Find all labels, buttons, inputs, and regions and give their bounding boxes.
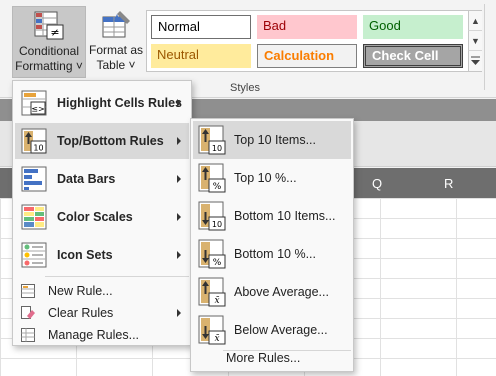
submenu-item-label: Above Average... — [234, 285, 329, 299]
style-good[interactable]: Good — [363, 15, 463, 39]
menu-item-icon-sets[interactable]: Icon Sets — [15, 237, 189, 273]
submenu-item-label: Top 10 Items... — [234, 133, 316, 147]
svg-text:x̄: x̄ — [214, 334, 219, 344]
submenu-arrow-icon — [177, 309, 181, 317]
highlight-cells-icon: ≤> — [21, 90, 47, 116]
group-separator — [484, 4, 485, 90]
menu-item-label: Top/Bottom Rules — [57, 134, 164, 148]
submenu-item-top-10-items[interactable]: 10 Top 10 Items... — [193, 121, 351, 159]
styles-group-label: Styles — [230, 82, 260, 94]
menu-item-label: New Rule... — [48, 284, 113, 298]
menu-item-clear-rules[interactable]: Clear Rules — [15, 302, 189, 324]
svg-text:x̄: x̄ — [214, 296, 219, 306]
menu-item-label: Icon Sets — [57, 248, 113, 262]
data-bars-icon — [21, 166, 47, 192]
menu-item-manage-rules[interactable]: Manage Rules... — [15, 324, 189, 346]
bottom-10-items-icon: 10 — [198, 201, 226, 231]
new-rule-icon — [21, 284, 35, 298]
submenu-arrow-icon — [177, 213, 181, 221]
gallery-scroll-up-icon[interactable]: ▲ — [468, 11, 482, 31]
menu-item-label: Color Scales — [57, 210, 133, 224]
svg-text:10: 10 — [33, 144, 43, 153]
bottom-10-percent-icon: % — [198, 239, 226, 269]
color-scales-icon — [21, 204, 47, 230]
menu-item-label: Clear Rules — [48, 306, 114, 320]
format-as-table-label-2: Table ˅ — [96, 58, 136, 72]
submenu-item-label: Bottom 10 Items... — [234, 209, 336, 223]
style-check-cell[interactable]: Check Cell — [363, 44, 463, 68]
svg-text:≤>: ≤> — [31, 105, 44, 114]
submenu-item-above-average[interactable]: x̄ Above Average... — [193, 273, 351, 311]
submenu-item-below-average[interactable]: x̄ Below Average... — [193, 311, 351, 349]
submenu-arrow-icon — [177, 99, 181, 107]
submenu-item-bottom-10-items[interactable]: 10 Bottom 10 Items... — [193, 197, 351, 235]
submenu-item-bottom-10-percent[interactable]: % Bottom 10 %... — [193, 235, 351, 273]
svg-text:%: % — [213, 258, 222, 268]
style-normal[interactable]: Normal — [151, 15, 251, 39]
menu-item-new-rule[interactable]: New Rule... — [15, 280, 189, 302]
submenu-arrow-icon — [177, 251, 181, 259]
top-bottom-icon: 10 — [21, 128, 47, 154]
conditional-formatting-button[interactable]: ≠ Conditional Formatting ˅ — [12, 6, 86, 78]
column-header-q[interactable]: Q — [372, 176, 382, 191]
below-average-icon: x̄ — [198, 315, 226, 345]
icon-sets-icon — [21, 242, 47, 268]
style-neutral[interactable]: Neutral — [151, 44, 251, 68]
submenu-item-top-10-percent[interactable]: % Top 10 %... — [193, 159, 351, 197]
menu-item-label: Data Bars — [57, 172, 116, 186]
top-10-percent-icon: % — [198, 163, 226, 193]
submenu-item-more-rules[interactable]: More Rules... — [193, 347, 351, 369]
menu-separator — [45, 276, 189, 277]
svg-text:10: 10 — [212, 144, 222, 153]
style-calculation[interactable]: Calculation — [257, 44, 357, 68]
submenu-item-label: More Rules... — [226, 351, 301, 365]
top-10-items-icon: 10 — [198, 125, 226, 155]
style-bad[interactable]: Bad — [257, 15, 357, 39]
submenu-item-label: Bottom 10 %... — [234, 247, 316, 261]
menu-item-top-bottom-rules[interactable]: 10 Top/Bottom Rules — [15, 123, 189, 159]
conditional-formatting-icon: ≠ — [33, 10, 65, 42]
above-average-icon: x̄ — [198, 277, 226, 307]
format-as-table-icon — [100, 9, 132, 41]
menu-item-label: Highlight Cells Rules — [57, 96, 183, 110]
conditional-formatting-label-2: Formatting ˅ — [15, 59, 83, 73]
submenu-arrow-icon — [177, 175, 181, 183]
svg-text:≠: ≠ — [50, 26, 59, 39]
submenu-item-label: Below Average... — [234, 323, 328, 337]
menu-item-label: Manage Rules... — [48, 328, 140, 342]
clear-rules-icon — [21, 306, 35, 320]
format-as-table-button[interactable]: Format as Table ˅ — [88, 6, 144, 78]
conditional-formatting-menu: ≤> Highlight Cells Rules 10 Top/Bottom R… — [12, 80, 192, 346]
format-as-table-label: Format as — [88, 43, 143, 57]
submenu-arrow-icon — [177, 137, 181, 145]
menu-item-data-bars[interactable]: Data Bars — [15, 161, 189, 197]
menu-item-highlight-cells-rules[interactable]: ≤> Highlight Cells Rules — [15, 85, 189, 121]
conditional-formatting-label: Conditional — [18, 44, 80, 58]
gallery-more-icon[interactable] — [468, 51, 482, 71]
top-bottom-rules-submenu: 10 Top 10 Items... % Top 10 %... 10 Bott… — [190, 118, 354, 372]
manage-rules-icon — [21, 328, 35, 342]
column-header-r[interactable]: R — [444, 176, 453, 191]
svg-text:%: % — [213, 182, 222, 192]
gallery-scroll-down-icon[interactable]: ▼ — [468, 31, 482, 51]
cell-styles-gallery: Normal Bad Good Neutral Calculation Chec… — [146, 10, 482, 72]
submenu-item-label: Top 10 %... — [234, 171, 297, 185]
svg-text:10: 10 — [212, 220, 222, 229]
menu-item-color-scales[interactable]: Color Scales — [15, 199, 189, 235]
